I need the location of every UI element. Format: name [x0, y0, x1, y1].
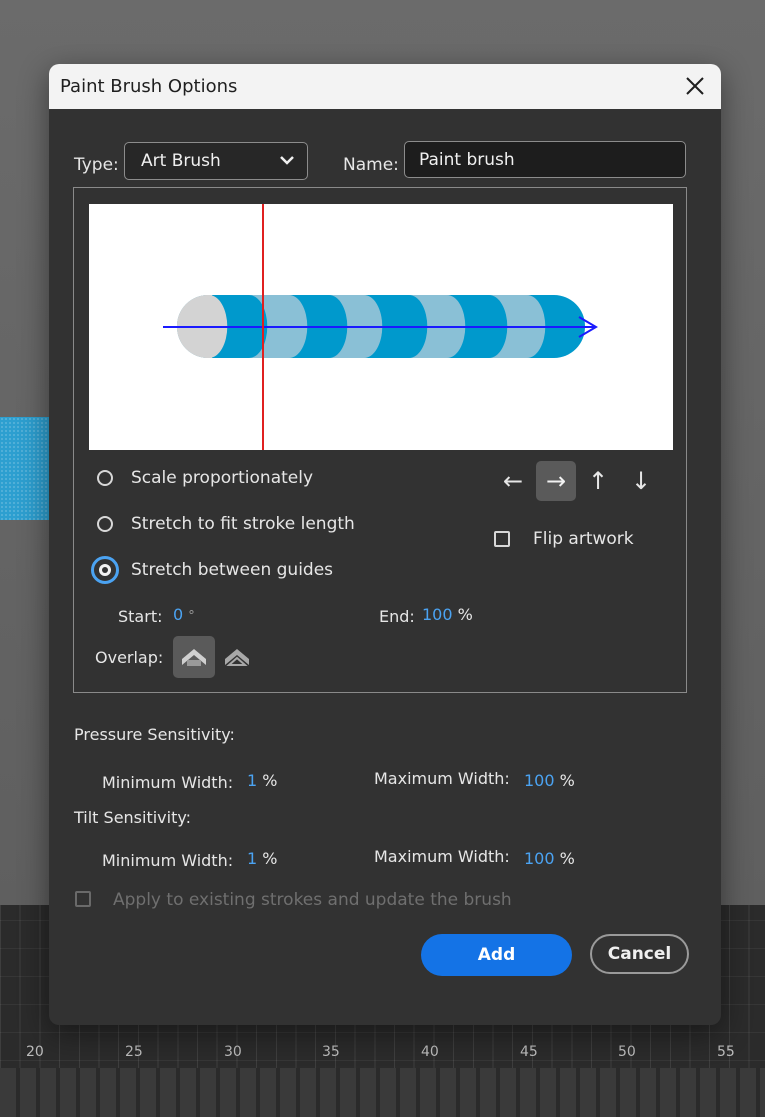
end-label: End: — [379, 607, 415, 626]
tilt-min-unit: % — [262, 849, 278, 868]
overlap-label: Overlap: — [95, 648, 164, 667]
add-button[interactable]: Add — [421, 934, 572, 976]
cancel-button[interactable]: Cancel — [590, 934, 689, 974]
arrow-up-icon: ↑ — [587, 467, 609, 495]
overlap-none-icon — [225, 649, 249, 666]
start-unit: ° — [188, 609, 195, 624]
overlap-adjust-button[interactable] — [173, 636, 215, 678]
tilt-max-width-value: 100 — [524, 849, 555, 868]
pressure-max-unit: % — [559, 771, 575, 790]
start-label: Start: — [118, 607, 163, 626]
tilt-sensitivity-label: Tilt Sensitivity: — [74, 808, 192, 827]
arrow-right-icon: → — [545, 467, 567, 495]
tilt-min-width-value: 1 — [247, 849, 258, 868]
ruler-label: 25 — [125, 1044, 143, 1060]
overlap-none-button[interactable] — [216, 636, 258, 678]
timeline-ruler: 20 25 30 35 40 45 50 55 — [0, 1030, 765, 1070]
direction-up-button[interactable]: ↑ — [578, 461, 618, 501]
ruler-label: 45 — [520, 1044, 538, 1060]
ruler-label: 30 — [224, 1044, 242, 1060]
ruler-label: 20 — [26, 1044, 44, 1060]
brush-preview-art — [163, 204, 598, 450]
pressure-min-width-label: Minimum Width: — [102, 773, 234, 792]
apply-existing-label: Apply to existing strokes and update the… — [113, 890, 512, 910]
direction-right-button[interactable]: → — [536, 461, 576, 501]
brush-preview — [89, 204, 673, 450]
flip-artwork-label: Flip artwork — [533, 529, 634, 549]
ruler-label: 40 — [421, 1044, 439, 1060]
tilt-max-width-field[interactable]: 100 % — [524, 849, 575, 868]
direction-down-button[interactable]: ↓ — [621, 461, 661, 501]
end-value: 100 — [422, 605, 453, 624]
paint-brush-options-dialog: Paint Brush Options Type: Art Brush Name… — [49, 64, 721, 1025]
close-icon — [686, 77, 704, 95]
pressure-max-width-label: Maximum Width: — [374, 769, 510, 788]
pressure-sensitivity-label: Pressure Sensitivity: — [74, 725, 235, 744]
direction-left-button[interactable]: ← — [493, 461, 533, 501]
dialog-titlebar: Paint Brush Options — [49, 64, 721, 109]
tilt-max-unit: % — [559, 849, 575, 868]
name-label: Name: — [343, 155, 399, 175]
apply-existing-checkbox[interactable] — [75, 891, 91, 907]
ruler-label: 35 — [322, 1044, 340, 1060]
pressure-max-width-field[interactable]: 100 % — [524, 771, 575, 790]
tilt-min-width-label: Minimum Width: — [102, 851, 234, 870]
overlap-adjust-icon — [182, 649, 206, 666]
ruler-label: 50 — [618, 1044, 636, 1060]
ruler-label: 55 — [717, 1044, 735, 1060]
stretch-to-fit-label: Stretch to fit stroke length — [131, 514, 355, 534]
pressure-min-width-field[interactable]: 1 % — [247, 771, 277, 790]
arrow-down-icon: ↓ — [630, 467, 652, 495]
stretch-between-guides-label: Stretch between guides — [131, 560, 334, 580]
arrow-left-icon: ← — [502, 467, 524, 495]
tilt-max-width-label: Maximum Width: — [374, 847, 510, 866]
close-button[interactable] — [681, 72, 709, 100]
timeline-tracks — [0, 1068, 765, 1117]
end-value-field[interactable]: 100 % — [422, 605, 473, 624]
start-value-field[interactable]: 0 ° — [173, 605, 195, 624]
pressure-min-width-value: 1 — [247, 771, 258, 790]
end-unit: % — [457, 605, 473, 624]
chevron-down-icon — [280, 156, 294, 165]
tilt-min-width-field[interactable]: 1 % — [247, 849, 277, 868]
scale-proportionately-radio[interactable] — [97, 470, 113, 486]
stretch-between-guides-radio[interactable] — [91, 556, 119, 584]
type-select-value: Art Brush — [141, 151, 221, 171]
flip-artwork-checkbox[interactable] — [494, 531, 510, 547]
start-value: 0 — [173, 605, 184, 624]
pressure-min-unit: % — [262, 771, 278, 790]
canvas-artwork — [0, 417, 49, 520]
stretch-to-fit-radio[interactable] — [97, 516, 113, 532]
type-label: Type: — [74, 155, 119, 175]
pressure-max-width-value: 100 — [524, 771, 555, 790]
scale-proportionately-label: Scale proportionately — [131, 468, 314, 488]
type-select[interactable]: Art Brush — [124, 142, 308, 180]
dialog-title: Paint Brush Options — [60, 76, 238, 97]
name-input[interactable] — [404, 141, 686, 178]
